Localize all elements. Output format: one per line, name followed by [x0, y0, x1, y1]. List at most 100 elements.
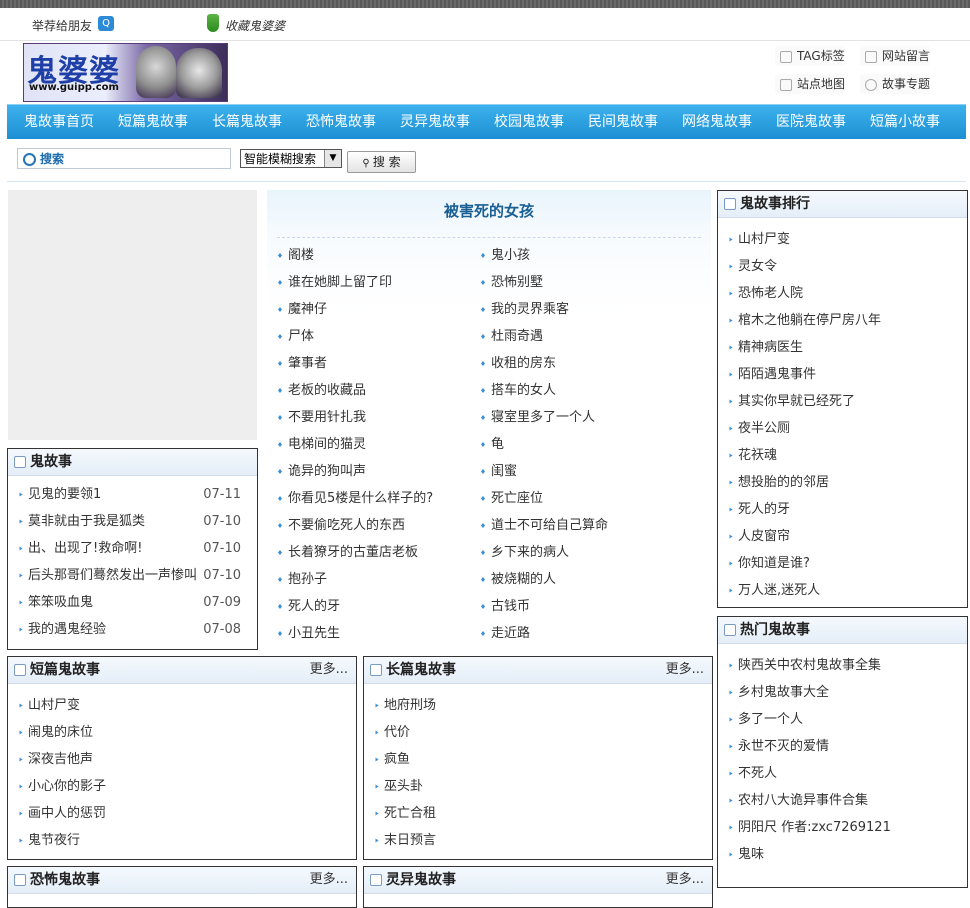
list-item[interactable]: 杜雨奇遇	[470, 323, 608, 350]
list-item[interactable]: 你知道是谁?	[718, 550, 967, 577]
list-item[interactable]: 出、出现了!救命啊! 07-10	[8, 535, 257, 562]
nav-folk[interactable]: 民间鬼故事	[588, 105, 658, 139]
list-item[interactable]: 见鬼的要领1 07-11	[8, 481, 257, 508]
list-item[interactable]: 乡下来的病人	[470, 539, 608, 566]
list-item[interactable]: 多了一个人	[718, 706, 967, 733]
nav-spirit[interactable]: 灵异鬼故事	[400, 105, 470, 139]
list-item[interactable]: 想投胎的的邻居	[718, 469, 967, 496]
list-item[interactable]: 不死人	[718, 760, 967, 787]
list-item[interactable]: 后头那哥们蓦然发出一声惨叫 07-10	[8, 562, 257, 589]
list-item[interactable]: 谁在她脚上留了印	[267, 269, 433, 296]
list-item[interactable]: 诡异的狗叫声	[267, 458, 433, 485]
list-item[interactable]: 被烧糊的人	[470, 566, 608, 593]
list-item[interactable]: 阁楼	[267, 242, 433, 269]
nav-long[interactable]: 长篇鬼故事	[212, 105, 282, 139]
list-item[interactable]: 棺木之他躺在停尸房八年	[718, 307, 967, 334]
list-item[interactable]: 恐怖老人院	[718, 280, 967, 307]
list-item[interactable]: 小心你的影子	[8, 773, 356, 800]
list-item[interactable]: 鬼味	[718, 841, 967, 868]
list-item[interactable]: 人皮窗帘	[718, 523, 967, 550]
list-item[interactable]: 收租的房东	[470, 350, 608, 377]
list-item[interactable]: 死亡合租	[364, 800, 712, 827]
list-item[interactable]: 画中人的惩罚	[8, 800, 356, 827]
list-item[interactable]: 闺蜜	[470, 458, 608, 485]
list-item[interactable]: 笨笨吸血鬼 07-09	[8, 589, 257, 616]
list-item[interactable]: 龟	[470, 431, 608, 458]
list-item[interactable]: 代价	[364, 719, 712, 746]
list-item[interactable]: 小丑先生	[267, 620, 433, 647]
list-item[interactable]: 魔神仔	[267, 296, 433, 323]
list-item[interactable]: 精神病医生	[718, 334, 967, 361]
featured-title[interactable]: 被害死的女孩	[267, 200, 711, 221]
nav-hospital[interactable]: 医院鬼故事	[776, 105, 846, 139]
list-item[interactable]: 万人迷,迷死人	[718, 577, 967, 604]
list-item[interactable]: 地府刑场	[364, 692, 712, 719]
list-item[interactable]: 其实你早就已经死了	[718, 388, 967, 415]
list-item[interactable]: 鬼小孩	[470, 242, 608, 269]
nav-mini[interactable]: 短篇小故事	[870, 105, 940, 139]
list-item[interactable]: 肇事者	[267, 350, 433, 377]
list-item[interactable]: 长着獠牙的古董店老板	[267, 539, 433, 566]
nav-horror[interactable]: 恐怖鬼故事	[306, 105, 376, 139]
list-item[interactable]: 陕西关中农村鬼故事全集	[718, 652, 967, 679]
nav-web[interactable]: 网络鬼故事	[682, 105, 752, 139]
list-item[interactable]: 寝室里多了一个人	[470, 404, 608, 431]
list-item[interactable]: 道士不可给自己算命	[470, 512, 608, 539]
list-item[interactable]: 电梯间的猫灵	[267, 431, 433, 458]
more-link[interactable]: 更多...	[666, 867, 704, 893]
nav-short[interactable]: 短篇鬼故事	[118, 105, 188, 139]
logo-ghost-art	[136, 46, 176, 98]
search-mode-select[interactable]: 智能模糊搜索 ▼	[240, 149, 342, 168]
list-item[interactable]: 老板的收藏品	[267, 377, 433, 404]
ranking-list: 山村尸变 灵女令 恐怖老人院 棺木之他躺在停尸房八年 精神病医生 陌陌遇鬼事件 其实你早就已…	[718, 226, 967, 604]
sitemap-link[interactable]: 站点地图	[775, 74, 846, 94]
recommend-link[interactable]: 举荐给朋友	[32, 17, 92, 34]
list-item[interactable]: 花祆魂	[718, 442, 967, 469]
list-item[interactable]: 巫头卦	[364, 773, 712, 800]
more-link[interactable]: 更多...	[666, 657, 704, 683]
list-item[interactable]: 不要用针扎我	[267, 404, 433, 431]
list-item[interactable]: 莫非就由于我是狐类 07-10	[8, 508, 257, 535]
list-item[interactable]: 古钱币	[470, 593, 608, 620]
site-logo[interactable]: 鬼婆婆 www.guipp.com	[23, 43, 228, 102]
list-item[interactable]: 抱孙子	[267, 566, 433, 593]
nav-campus[interactable]: 校园鬼故事	[494, 105, 564, 139]
list-item[interactable]: 末日预言	[364, 827, 712, 854]
list-item[interactable]: 灵女令	[718, 253, 967, 280]
list-item[interactable]: 永世不灭的爱情	[718, 733, 967, 760]
list-item[interactable]: 不要偷吃死人的东西	[267, 512, 433, 539]
list-item[interactable]: 鬼节夜行	[8, 827, 356, 854]
list-item[interactable]: 乡村鬼故事大全	[718, 679, 967, 706]
list-item[interactable]: 搭车的女人	[470, 377, 608, 404]
tag-link[interactable]: TAG标签	[775, 46, 845, 66]
list-item[interactable]: 死人的牙	[718, 496, 967, 523]
list-item[interactable]: 闹鬼的床位	[8, 719, 356, 746]
list-item[interactable]: 农村八大诡异事件合集	[718, 787, 967, 814]
topics-link[interactable]: 故事专题	[860, 74, 931, 94]
more-link[interactable]: 更多...	[310, 867, 348, 893]
list-item[interactable]: 我的遇鬼经验 07-08	[8, 616, 257, 643]
list-item[interactable]: 死人的牙	[267, 593, 433, 620]
nav-home[interactable]: 鬼故事首页	[24, 105, 94, 139]
favorite-link[interactable]: 收藏鬼婆婆	[225, 17, 285, 34]
list-item[interactable]: 山村尸变	[718, 226, 967, 253]
search-button[interactable]: ⚲ 搜 索	[347, 151, 416, 173]
list-item[interactable]: 疯鱼	[364, 746, 712, 773]
list-item[interactable]: 阴阳尺 作者:zxc7269121	[718, 814, 967, 841]
list-item[interactable]: 你看见5楼是什么样子的?	[267, 485, 433, 512]
list-item[interactable]: 恐怖别墅	[470, 269, 608, 296]
more-link[interactable]: 更多...	[310, 657, 348, 683]
list-item[interactable]: 深夜吉他声	[8, 746, 356, 773]
list-item[interactable]: 走近路	[470, 620, 608, 647]
list-item[interactable]: 尸体	[267, 323, 433, 350]
list-item[interactable]: 陌陌遇鬼事件	[718, 361, 967, 388]
guestbook-link[interactable]: 网站留言	[860, 46, 931, 66]
list-item[interactable]: 夜半公厕	[718, 415, 967, 442]
item-title: 深夜吉他声	[28, 752, 94, 767]
qq-icon[interactable]: Q	[98, 16, 114, 31]
item-title: 古钱币	[491, 599, 531, 614]
list-item[interactable]: 山村尸变	[8, 692, 356, 719]
list-item[interactable]: 死亡座位	[470, 485, 608, 512]
list-item[interactable]: 我的灵界乘客	[470, 296, 608, 323]
search-input[interactable]: 搜索	[17, 148, 231, 169]
